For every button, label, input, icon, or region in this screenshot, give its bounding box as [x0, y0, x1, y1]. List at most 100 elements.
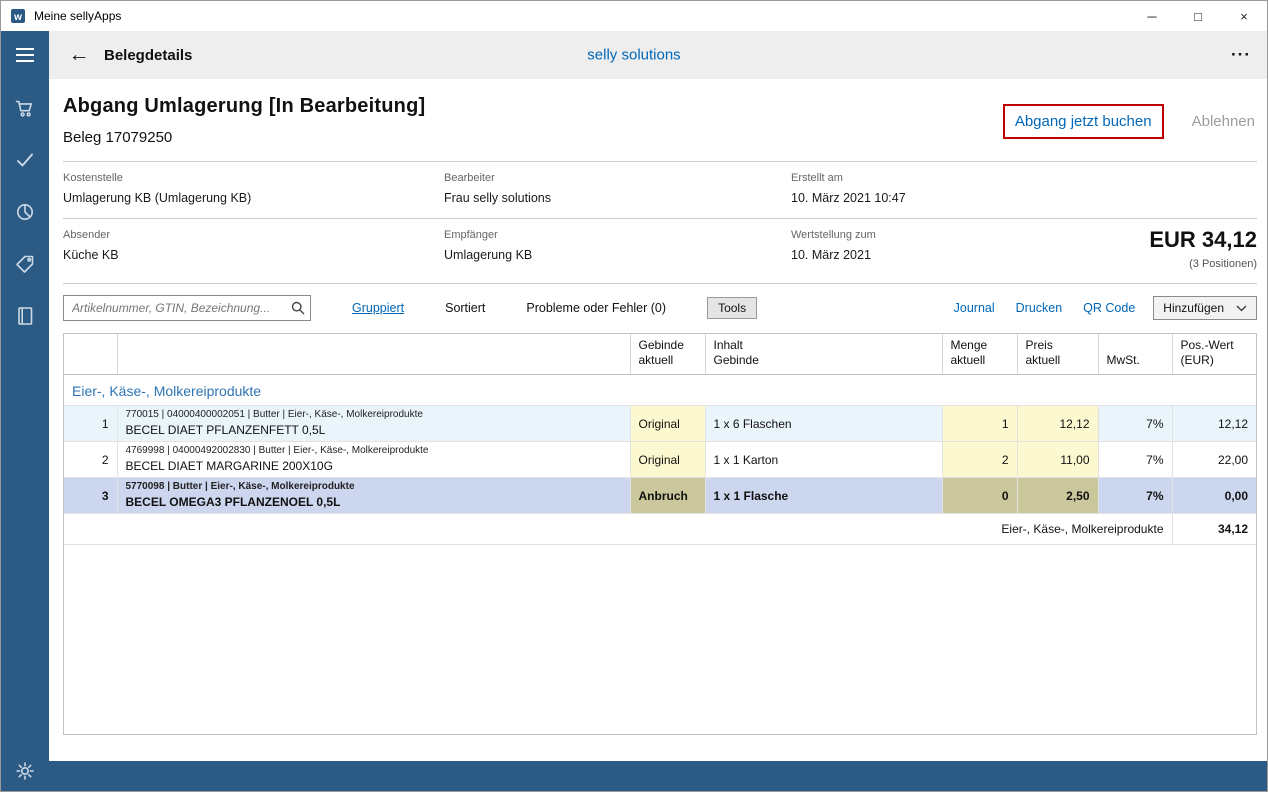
col-header-gebinde: Gebinde aktuell — [630, 334, 705, 375]
article-meta: 4769998 | 04000492002830 | Butter | Eier… — [126, 444, 622, 457]
positions-table: Gebinde aktuell Inhalt Gebinde Menge akt… — [64, 334, 1256, 545]
minimize-button[interactable]: ─ — [1129, 1, 1175, 31]
col-header-menge: Menge aktuell — [942, 334, 1017, 375]
table-row-selected[interactable]: 3 5770098 | Butter | Eier-, Käse-, Molke… — [64, 478, 1256, 514]
sidebar-item-reports[interactable] — [9, 199, 41, 225]
article-meta: 5770098 | Butter | Eier-, Käse-, Molkere… — [126, 480, 622, 493]
search-box — [63, 295, 311, 321]
titlebar: w Meine sellyApps ─ □ × — [1, 1, 1267, 31]
row-number: 1 — [64, 406, 117, 442]
field-absender: Absender Küche KB — [63, 229, 444, 270]
field-bearbeiter: Bearbeiter Frau selly solutions — [444, 172, 791, 205]
field-label: Absender — [63, 229, 444, 241]
gebinde-cell[interactable]: Original — [630, 406, 705, 442]
group-header-label: Eier-, Käse-, Molkereiprodukte — [64, 375, 1256, 406]
field-label: Empfänger — [444, 229, 791, 241]
wert-cell: 0,00 — [1172, 478, 1256, 514]
more-button[interactable]: ··· — [1231, 45, 1251, 65]
app-logo-icon: w — [10, 8, 26, 24]
field-kostenstelle: Kostenstelle Umlagerung KB (Umlagerung K… — [63, 172, 444, 205]
add-dropdown-button[interactable]: Hinzufügen — [1153, 296, 1257, 320]
col-header-inhalt: Inhalt Gebinde — [705, 334, 942, 375]
toolbar-right: Journal Drucken QR Code Hinzufügen — [933, 296, 1257, 320]
reject-button[interactable]: Ablehnen — [1192, 113, 1255, 130]
info-row-2: Absender Küche KB Empfänger Umlagerung K… — [63, 219, 1257, 283]
cart-icon — [14, 97, 36, 119]
app-name: selly solutions — [587, 47, 680, 64]
menu-button[interactable] — [1, 31, 49, 79]
wert-cell: 22,00 — [1172, 442, 1256, 478]
article-name: BECEL OMEGA3 PFLANZENOEL 0,5L — [126, 495, 622, 511]
pie-chart-icon — [14, 201, 36, 223]
inhalt-cell: 1 x 1 Karton — [705, 442, 942, 478]
book-icon — [14, 305, 36, 327]
row-number: 3 — [64, 478, 117, 514]
field-empfaenger: Empfänger Umlagerung KB — [444, 229, 791, 270]
app-window: w Meine sellyApps ─ □ × ← Belegdetails s… — [0, 0, 1268, 792]
col-header-mwst: MwSt. — [1098, 334, 1172, 375]
sidebar-item-cart[interactable] — [9, 95, 41, 121]
menge-cell[interactable]: 1 — [942, 406, 1017, 442]
qr-code-link[interactable]: QR Code — [1083, 301, 1135, 315]
app-body: Abgang Umlagerung [In Bearbeitung] Beleg… — [1, 79, 1267, 792]
article-name: BECEL DIAET PFLANZENFETT 0,5L — [126, 423, 622, 439]
document-header: Abgang Umlagerung [In Bearbeitung] Beleg… — [63, 79, 1257, 161]
table-row[interactable]: 2 4769998 | 04000492002830 | Butter | Ei… — [64, 442, 1256, 478]
page-title: Belegdetails — [104, 47, 192, 64]
settings-button[interactable] — [9, 758, 41, 784]
menge-cell[interactable]: 0 — [942, 478, 1017, 514]
hamburger-icon — [16, 48, 34, 62]
bottom-bar — [49, 761, 1268, 792]
field-label: Erstellt am — [791, 172, 1257, 184]
chevron-down-icon — [1236, 305, 1247, 312]
close-button[interactable]: × — [1221, 1, 1267, 31]
mwst-cell: 7% — [1098, 406, 1172, 442]
print-link[interactable]: Drucken — [1016, 301, 1063, 315]
back-button[interactable]: ← — [62, 43, 96, 67]
field-label: Kostenstelle — [63, 172, 444, 184]
menge-cell[interactable]: 2 — [942, 442, 1017, 478]
group-header-row: Eier-, Käse-, Molkereiprodukte — [64, 375, 1256, 406]
gebinde-cell[interactable]: Original — [630, 442, 705, 478]
tag-icon — [14, 253, 36, 275]
divider — [63, 283, 1257, 284]
total-positions: (3 Positionen) — [1149, 258, 1257, 270]
wert-cell: 12,12 — [1172, 406, 1256, 442]
field-value: Küche KB — [63, 248, 444, 262]
gebinde-cell[interactable]: Anbruch — [630, 478, 705, 514]
sorted-toggle[interactable]: Sortiert — [445, 301, 485, 315]
sidebar-item-tasks[interactable] — [9, 147, 41, 173]
book-outflow-button[interactable]: Abgang jetzt buchen — [1003, 104, 1164, 139]
total-amount: EUR 34,12 — [1149, 227, 1257, 253]
row-number: 2 — [64, 442, 117, 478]
search-icon[interactable] — [290, 300, 306, 316]
grouped-toggle[interactable]: Gruppiert — [352, 301, 404, 315]
tools-button[interactable]: Tools — [707, 297, 757, 319]
sidebar — [1, 79, 49, 792]
table-row[interactable]: 1 770015 | 04000400002051 | Butter | Eie… — [64, 406, 1256, 442]
window-title: Meine sellyApps — [34, 9, 121, 23]
sidebar-item-prices[interactable] — [9, 251, 41, 277]
search-input[interactable] — [63, 295, 311, 321]
col-header-preis: Preis aktuell — [1017, 334, 1098, 375]
positions-table-container: Gebinde aktuell Inhalt Gebinde Menge akt… — [63, 333, 1257, 735]
journal-link[interactable]: Journal — [954, 301, 995, 315]
position-toolbar: Gruppiert Sortiert Probleme oder Fehler … — [63, 295, 1257, 321]
group-subtotal-row: Eier-, Käse-, Molkereiprodukte 34,12 — [64, 514, 1256, 545]
problems-link[interactable]: Probleme oder Fehler (0) — [526, 301, 666, 315]
article-meta: 770015 | 04000400002051 | Butter | Eier-… — [126, 408, 622, 421]
article-cell: 4769998 | 04000492002830 | Butter | Eier… — [117, 442, 630, 478]
preis-cell[interactable]: 11,00 — [1017, 442, 1098, 478]
sidebar-item-journal[interactable] — [9, 303, 41, 329]
preis-cell[interactable]: 12,12 — [1017, 406, 1098, 442]
table-header-row: Gebinde aktuell Inhalt Gebinde Menge akt… — [64, 334, 1256, 375]
gear-icon — [14, 760, 36, 782]
subtotal-value: 34,12 — [1172, 514, 1256, 545]
article-cell: 770015 | 04000400002051 | Butter | Eier-… — [117, 406, 630, 442]
preis-cell[interactable]: 2,50 — [1017, 478, 1098, 514]
maximize-button[interactable]: □ — [1175, 1, 1221, 31]
check-icon — [14, 149, 36, 171]
info-row-1: Kostenstelle Umlagerung KB (Umlagerung K… — [63, 162, 1257, 218]
field-value: Frau selly solutions — [444, 191, 791, 205]
window-controls: ─ □ × — [1129, 1, 1267, 31]
